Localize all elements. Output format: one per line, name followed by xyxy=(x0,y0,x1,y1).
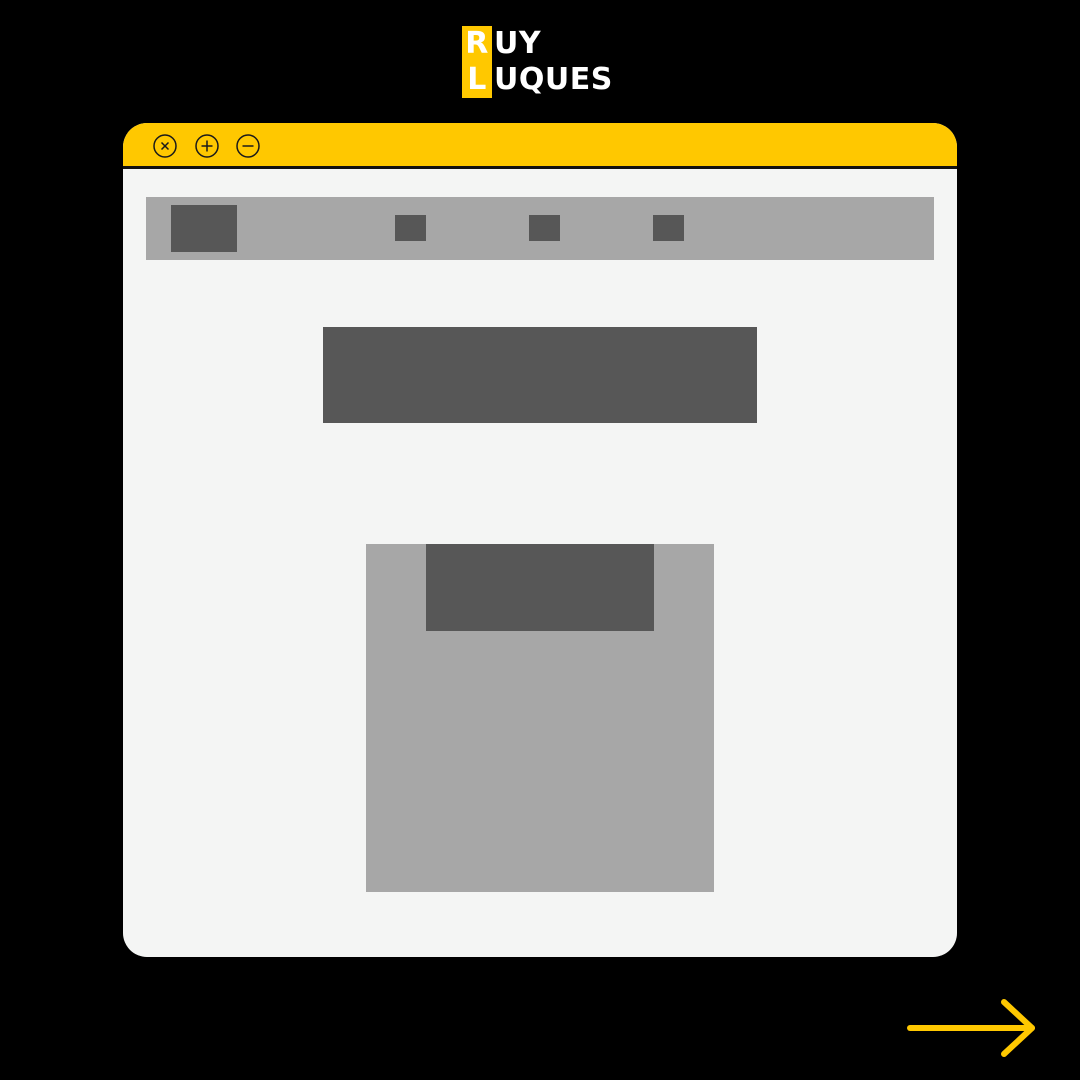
close-icon[interactable] xyxy=(153,134,177,158)
slide-canvas: R UY L UQUES xyxy=(0,0,1080,1080)
card-header-placeholder xyxy=(426,544,654,631)
logo-line-1: R UY xyxy=(462,26,541,62)
logo-initial-l: L xyxy=(462,62,492,98)
content-card-placeholder xyxy=(366,544,714,892)
nav-item-placeholder-2[interactable] xyxy=(529,215,560,241)
logo-initial-r: R xyxy=(462,26,492,62)
nav-item-placeholder-1[interactable] xyxy=(395,215,426,241)
logo-text-uy: UY xyxy=(494,26,542,61)
browser-window xyxy=(123,123,957,957)
window-titlebar xyxy=(123,123,957,169)
navbar-logo-placeholder[interactable] xyxy=(171,205,237,252)
logo-text-uques: UQUES xyxy=(494,62,613,97)
arrow-right-icon[interactable] xyxy=(906,998,1040,1060)
minimize-icon[interactable] xyxy=(236,134,260,158)
hero-placeholder xyxy=(323,327,757,423)
nav-item-placeholder-3[interactable] xyxy=(653,215,684,241)
logo-line-2: L UQUES xyxy=(462,62,613,98)
maximize-icon[interactable] xyxy=(195,134,219,158)
brand-logo: R UY L UQUES xyxy=(462,26,622,100)
wireframe-navbar xyxy=(146,197,934,260)
